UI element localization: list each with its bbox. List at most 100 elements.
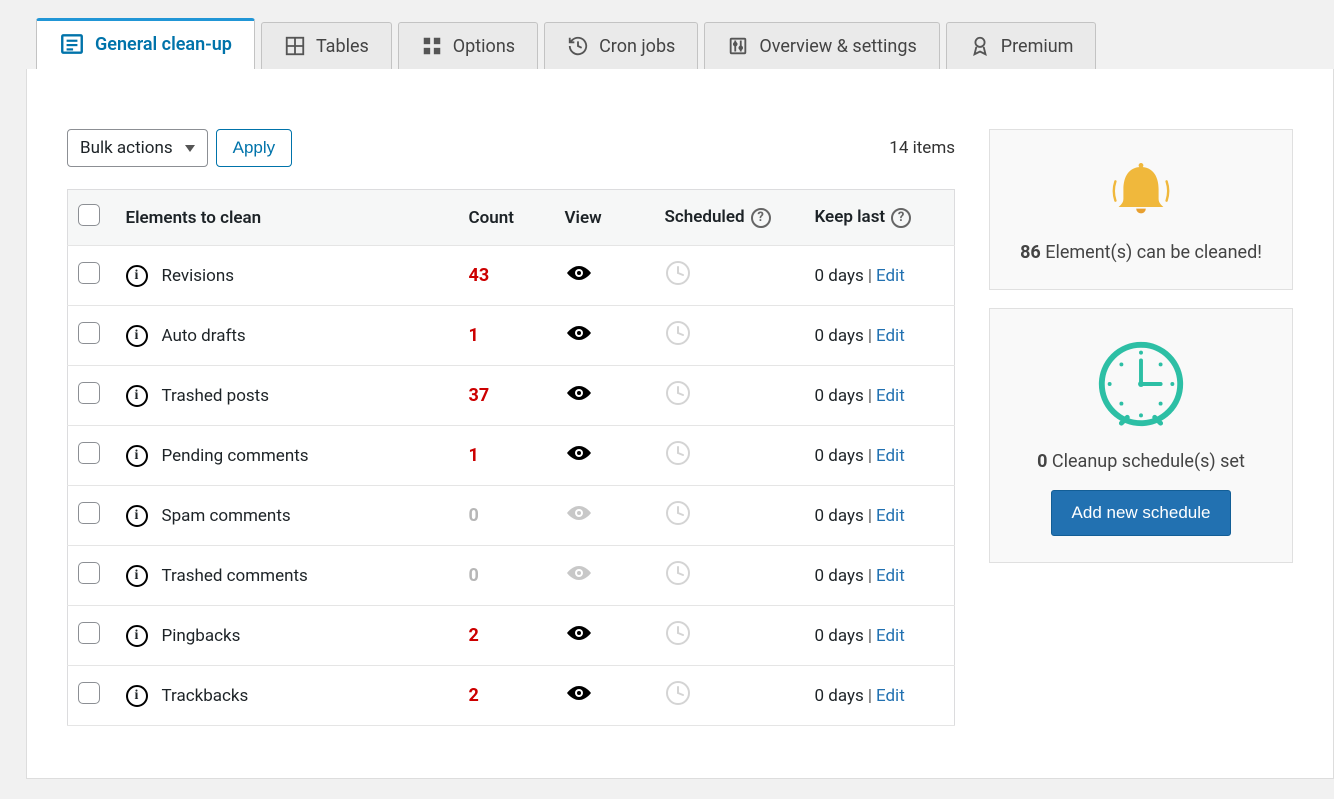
- clock-icon: [665, 560, 691, 586]
- eye-icon[interactable]: [565, 683, 593, 703]
- document-icon: [59, 31, 85, 57]
- keep-value: 0 days|Edit: [815, 686, 905, 706]
- bulk-actions-select[interactable]: Bulk actions: [67, 129, 208, 167]
- eye-icon: [565, 503, 593, 523]
- keep-value: 0 days|Edit: [815, 446, 905, 466]
- row-checkbox[interactable]: [78, 322, 100, 344]
- element-name: Trashed comments: [162, 566, 308, 586]
- tab-overview-settings[interactable]: Overview & settings: [704, 22, 939, 69]
- eye-icon[interactable]: [565, 443, 593, 463]
- info-icon[interactable]: i: [126, 265, 148, 287]
- bell-icon: [1101, 156, 1181, 226]
- table-icon: [284, 35, 306, 57]
- tab-general-cleanup[interactable]: General clean-up: [36, 18, 255, 69]
- info-icon[interactable]: i: [126, 505, 148, 527]
- tab-bar: General clean-up Tables Options Cron job…: [0, 0, 1334, 69]
- count-value: 2: [469, 685, 479, 706]
- count-value: 0: [469, 505, 479, 526]
- element-name: Spam comments: [162, 506, 291, 526]
- tab-label: Cron jobs: [599, 36, 675, 57]
- clock-icon: [665, 260, 691, 286]
- element-name: Trashed posts: [162, 386, 270, 406]
- header-count: Count: [459, 190, 555, 246]
- cleanable-text: Element(s) can be cleaned!: [1041, 242, 1262, 263]
- info-icon[interactable]: i: [126, 445, 148, 467]
- row-checkbox[interactable]: [78, 502, 100, 524]
- element-name: Pending comments: [162, 446, 309, 466]
- award-icon: [969, 35, 991, 57]
- info-icon[interactable]: i: [126, 685, 148, 707]
- eye-icon[interactable]: [565, 323, 593, 343]
- count-value: 0: [469, 565, 479, 586]
- tab-premium[interactable]: Premium: [946, 22, 1097, 69]
- cleanup-table: Elements to clean Count View Scheduled? …: [67, 189, 955, 726]
- row-checkbox[interactable]: [78, 562, 100, 584]
- info-icon[interactable]: i: [126, 565, 148, 587]
- schedule-text: Cleanup schedule(s) set: [1047, 451, 1244, 472]
- edit-link[interactable]: Edit: [876, 446, 905, 466]
- row-checkbox[interactable]: [78, 382, 100, 404]
- edit-link[interactable]: Edit: [876, 566, 905, 586]
- row-checkbox[interactable]: [78, 682, 100, 704]
- edit-link[interactable]: Edit: [876, 686, 905, 706]
- table-row: i Pending comments 1 0 days|Edit: [68, 426, 955, 486]
- schedule-count: 0: [1037, 451, 1047, 472]
- header-scheduled: Scheduled?: [655, 190, 805, 246]
- table-row: i Revisions 43 0 days|Edit: [68, 246, 955, 306]
- element-name: Auto drafts: [162, 326, 246, 346]
- tab-label: Options: [453, 36, 515, 57]
- table-row: i Auto drafts 1 0 days|Edit: [68, 306, 955, 366]
- tab-options[interactable]: Options: [398, 22, 538, 69]
- sliders-icon: [727, 35, 749, 57]
- history-icon: [567, 35, 589, 57]
- row-checkbox[interactable]: [78, 622, 100, 644]
- eye-icon[interactable]: [565, 383, 593, 403]
- table-row: i Trashed comments 0 0 days|Edit: [68, 546, 955, 606]
- header-keep: Keep last?: [805, 190, 955, 246]
- clock-icon: [665, 680, 691, 706]
- keep-value: 0 days|Edit: [815, 626, 905, 646]
- element-name: Pingbacks: [162, 626, 241, 646]
- count-value: 1: [469, 325, 479, 346]
- edit-link[interactable]: Edit: [876, 506, 905, 526]
- count-value: 43: [469, 265, 490, 286]
- eye-icon[interactable]: [565, 623, 593, 643]
- tab-cron-jobs[interactable]: Cron jobs: [544, 22, 698, 69]
- count-value: 37: [469, 385, 490, 406]
- edit-link[interactable]: Edit: [876, 266, 905, 286]
- clock-icon: [665, 440, 691, 466]
- table-row: i Trackbacks 2 0 days|Edit: [68, 666, 955, 726]
- row-checkbox[interactable]: [78, 442, 100, 464]
- keep-value: 0 days|Edit: [815, 266, 905, 286]
- help-icon[interactable]: ?: [891, 208, 911, 228]
- item-count-label: 14 items: [889, 138, 955, 158]
- apply-button[interactable]: Apply: [216, 129, 293, 167]
- eye-icon: [565, 563, 593, 583]
- chevron-down-icon: [185, 145, 195, 152]
- info-icon[interactable]: i: [126, 625, 148, 647]
- edit-link[interactable]: Edit: [876, 326, 905, 346]
- edit-link[interactable]: Edit: [876, 626, 905, 646]
- keep-value: 0 days|Edit: [815, 326, 905, 346]
- clock-icon: [665, 380, 691, 406]
- header-view: View: [555, 190, 655, 246]
- help-icon[interactable]: ?: [751, 208, 771, 228]
- table-row: i Pingbacks 2 0 days|Edit: [68, 606, 955, 666]
- table-row: i Trashed posts 37 0 days|Edit: [68, 366, 955, 426]
- keep-value: 0 days|Edit: [815, 566, 905, 586]
- tab-label: Tables: [316, 36, 369, 57]
- clock-icon: [665, 320, 691, 346]
- row-checkbox[interactable]: [78, 262, 100, 284]
- add-schedule-button[interactable]: Add new schedule: [1051, 490, 1232, 536]
- info-icon[interactable]: i: [126, 325, 148, 347]
- tab-tables[interactable]: Tables: [261, 22, 392, 69]
- info-icon[interactable]: i: [126, 385, 148, 407]
- keep-value: 0 days|Edit: [815, 386, 905, 406]
- eye-icon[interactable]: [565, 263, 593, 283]
- tab-label: Overview & settings: [759, 36, 916, 57]
- element-name: Revisions: [162, 266, 235, 286]
- edit-link[interactable]: Edit: [876, 386, 905, 406]
- select-all-checkbox[interactable]: [78, 204, 100, 226]
- table-row: i Spam comments 0 0 days|Edit: [68, 486, 955, 546]
- tab-label: General clean-up: [95, 34, 232, 55]
